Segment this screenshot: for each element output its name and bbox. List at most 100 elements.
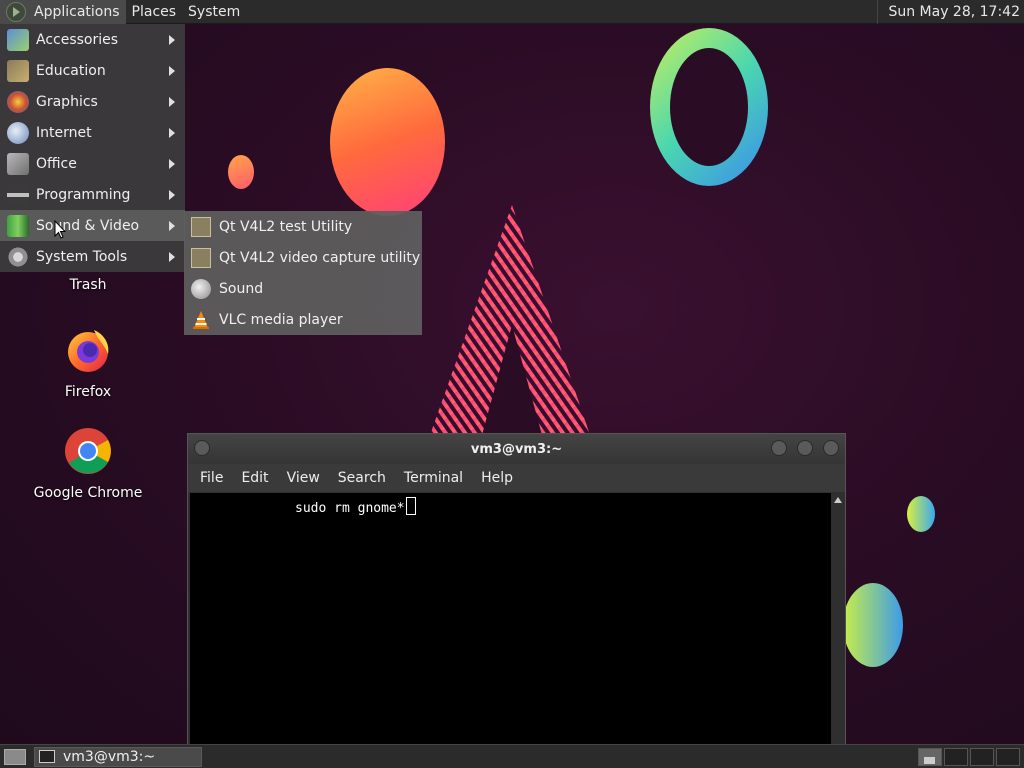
menu-item-system-tools[interactable]: System Tools	[0, 241, 185, 272]
places-label: Places	[131, 3, 177, 20]
clock[interactable]: Sun May 28, 17:42	[877, 0, 1024, 24]
close-button[interactable]	[823, 440, 839, 456]
menu-search[interactable]: Search	[329, 470, 395, 486]
terminal-window[interactable]: vm3@vm3:~ File Edit View Search Terminal…	[187, 433, 846, 753]
wallpaper-orange-blob	[330, 68, 445, 216]
menu-edit[interactable]: Edit	[232, 470, 277, 486]
submenu-item-sound[interactable]: Sound	[184, 273, 422, 304]
command-text: sudo rm gnome*	[295, 501, 405, 516]
system-tools-icon	[7, 245, 29, 268]
submenu-arrow-icon	[169, 190, 175, 200]
menu-item-label: Sound & Video	[36, 217, 140, 234]
menu-item-graphics[interactable]: Graphics	[0, 86, 185, 117]
submenu-item-qt-v4l2-test[interactable]: Qt V4L2 test Utility	[184, 211, 422, 242]
wallpaper-striped-triangle	[430, 205, 590, 435]
office-icon	[7, 152, 29, 175]
programming-icon	[7, 183, 29, 206]
wallpaper-ring	[650, 28, 768, 186]
taskbar-button-terminal[interactable]: vm3@vm3:~	[34, 746, 202, 767]
qt-v4l2-icon	[191, 216, 211, 237]
submenu-arrow-icon	[169, 35, 175, 45]
wallpaper-green-blob	[843, 583, 903, 667]
wallpaper-green-dot	[907, 496, 935, 532]
menu-view[interactable]: View	[278, 470, 329, 486]
system-menu-button[interactable]: System	[182, 0, 246, 24]
vlc-icon	[193, 310, 209, 329]
system-label: System	[188, 3, 241, 20]
menu-item-label: Programming	[36, 186, 131, 203]
submenu-item-label: Qt V4L2 video capture utility	[219, 249, 421, 266]
menu-terminal[interactable]: Terminal	[395, 470, 472, 486]
window-title: vm3@vm3:~	[470, 441, 563, 457]
distro-logo-icon	[6, 1, 26, 22]
graphics-icon	[7, 90, 29, 113]
mouse-pointer-icon	[54, 220, 66, 239]
top-panel: Applications Places System Sun May 28, 1…	[0, 0, 1024, 24]
workspace-3[interactable]	[970, 747, 994, 766]
menu-item-label: Accessories	[36, 31, 119, 48]
submenu-item-label: VLC media player	[219, 311, 343, 328]
sound-video-submenu: Qt V4L2 test Utility Qt V4L2 video captu…	[184, 211, 422, 335]
places-menu-button[interactable]: Places	[126, 0, 183, 24]
submenu-arrow-icon	[169, 159, 175, 169]
taskbar-label: vm3@vm3:~	[63, 748, 156, 765]
menu-item-label: System Tools	[36, 248, 128, 265]
qt-v4l2-capture-icon	[191, 247, 211, 268]
show-desktop-button[interactable]	[4, 748, 26, 765]
workspace-1[interactable]	[918, 747, 942, 766]
menu-item-internet[interactable]: Internet	[0, 117, 185, 148]
terminal-output[interactable]: sudo rm gnome*	[190, 493, 831, 752]
workspace-4[interactable]	[996, 747, 1020, 766]
submenu-item-vlc[interactable]: VLC media player	[184, 304, 422, 335]
sound-video-icon	[7, 214, 29, 237]
applications-menu: Accessories Education Graphics Internet …	[0, 24, 185, 272]
menu-item-programming[interactable]: Programming	[0, 179, 185, 210]
chrome-label: Google Chrome	[33, 485, 143, 501]
menu-item-accessories[interactable]: Accessories	[0, 24, 185, 55]
maximize-button[interactable]	[797, 440, 813, 456]
bottom-panel: vm3@vm3:~	[0, 744, 1024, 768]
menu-item-education[interactable]: Education	[0, 55, 185, 86]
menu-item-label: Education	[36, 62, 106, 79]
terminal-titlebar[interactable]: vm3@vm3:~	[188, 434, 845, 464]
wallpaper-orange-dot	[228, 155, 254, 189]
desktop-icon-chrome[interactable]: Google Chrome	[18, 427, 158, 501]
submenu-item-label: Sound	[219, 280, 264, 297]
trash-label: Trash	[69, 277, 107, 293]
text-cursor	[405, 497, 416, 515]
menu-item-sound-video[interactable]: Sound & Video	[0, 210, 185, 241]
internet-icon	[7, 121, 29, 144]
terminal-scrollbar[interactable]	[831, 493, 845, 752]
desktop-icon-trash[interactable]: Trash	[18, 277, 158, 293]
terminal-command-line: sudo rm gnome*	[295, 497, 416, 516]
desktop-icon-firefox[interactable]: Firefox	[18, 326, 158, 400]
terminal-icon	[39, 750, 55, 763]
menu-item-label: Office	[36, 155, 77, 172]
accessories-icon	[7, 28, 29, 51]
firefox-icon	[68, 330, 109, 372]
menu-help[interactable]: Help	[472, 470, 522, 486]
applications-label: Applications	[34, 3, 120, 20]
window-menu-button[interactable]	[194, 440, 210, 456]
menu-file[interactable]: File	[191, 470, 232, 486]
workspace-2[interactable]	[944, 747, 968, 766]
applications-menu-button[interactable]: Applications	[0, 0, 126, 24]
education-icon	[7, 59, 29, 82]
firefox-label: Firefox	[64, 384, 112, 400]
chrome-icon	[65, 428, 111, 474]
sound-icon	[191, 278, 211, 299]
menu-item-office[interactable]: Office	[0, 148, 185, 179]
workspace-switcher	[916, 747, 1020, 766]
menu-item-label: Internet	[36, 124, 92, 141]
submenu-arrow-icon	[169, 128, 175, 138]
submenu-item-label: Qt V4L2 test Utility	[219, 218, 353, 235]
minimize-button[interactable]	[771, 440, 787, 456]
menu-item-label: Graphics	[36, 93, 98, 110]
submenu-arrow-icon	[169, 252, 175, 262]
terminal-menubar: File Edit View Search Terminal Help	[188, 464, 845, 492]
submenu-arrow-icon	[169, 221, 175, 231]
submenu-item-qt-v4l2-capture[interactable]: Qt V4L2 video capture utility	[184, 242, 422, 273]
submenu-arrow-icon	[169, 66, 175, 76]
scroll-up-arrow-icon[interactable]	[834, 497, 842, 503]
submenu-arrow-icon	[169, 97, 175, 107]
